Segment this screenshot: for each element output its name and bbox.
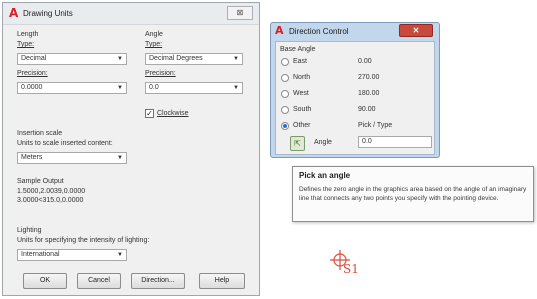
length-type-select[interactable]: Decimal ▼ bbox=[17, 53, 127, 65]
chevron-down-icon: ▼ bbox=[117, 155, 123, 161]
insertion-units-select[interactable]: Meters ▼ bbox=[17, 152, 127, 164]
direction-control-close-button[interactable]: ✕ bbox=[399, 24, 433, 37]
lighting-sublabel: Units for specifying the intensity of li… bbox=[17, 237, 150, 244]
other-radio[interactable] bbox=[281, 122, 289, 130]
insertion-scale-sublabel: Units to scale inserted content: bbox=[17, 140, 113, 147]
pick-angle-tooltip: Pick an angle Defines the zero angle in … bbox=[292, 166, 534, 222]
angle-input[interactable]: 0.0 bbox=[358, 136, 432, 148]
east-radio[interactable] bbox=[281, 58, 289, 66]
west-label: West bbox=[293, 90, 309, 97]
insertion-units-value: Meters bbox=[21, 154, 43, 161]
drawing-units-close-button[interactable]: ⊠ bbox=[227, 6, 253, 20]
drawing-units-title: Drawing Units bbox=[23, 9, 73, 18]
other-label: Other bbox=[293, 122, 311, 129]
pick-angle-button[interactable]: ⇱ bbox=[290, 136, 305, 151]
length-precision-value: 0.0000 bbox=[21, 84, 43, 91]
direction-control-title: Direction Control bbox=[289, 27, 349, 36]
angle-precision-value: 0.0 bbox=[149, 84, 159, 91]
sample-output-heading: Sample Output bbox=[17, 178, 64, 185]
west-value: 180.00 bbox=[358, 90, 380, 97]
north-radio[interactable] bbox=[281, 74, 289, 82]
chevron-down-icon: ▼ bbox=[233, 56, 239, 62]
tooltip-body: Defines the zero angle in the graphics a… bbox=[299, 186, 527, 202]
south-label: South bbox=[293, 106, 312, 113]
north-value: 270.00 bbox=[358, 74, 380, 81]
autocad-logo-icon: A bbox=[9, 6, 19, 20]
chevron-down-icon: ▼ bbox=[117, 252, 123, 258]
direction-control-dialog: A Direction Control ✕ Base Angle East 0.… bbox=[270, 22, 440, 158]
base-angle-heading: Base Angle bbox=[280, 46, 316, 53]
drawing-units-dialog: A Drawing Units ⊠ Length Type: Decimal ▼… bbox=[2, 2, 260, 296]
lighting-heading: Lighting bbox=[17, 227, 42, 234]
lighting-units-value: International bbox=[21, 251, 60, 258]
tooltip-title: Pick an angle bbox=[299, 171, 351, 180]
length-type-label: Type: bbox=[17, 41, 35, 48]
chevron-down-icon: ▼ bbox=[117, 56, 123, 62]
ok-button[interactable]: OK bbox=[23, 273, 67, 289]
chevron-down-icon: ▼ bbox=[233, 85, 239, 91]
south-value: 90.00 bbox=[358, 106, 376, 113]
angle-precision-label: Precision: bbox=[145, 70, 176, 77]
lighting-units-select[interactable]: International ▼ bbox=[17, 249, 127, 261]
length-precision-label: Precision: bbox=[17, 70, 48, 77]
sample-output-line-2: 3.0000<315.0,0.0000 bbox=[17, 197, 84, 204]
autocad-logo-icon: A bbox=[275, 24, 284, 37]
angle-label: Angle bbox=[314, 139, 332, 146]
direction-control-body: Base Angle East 0.00 North 270.00 West 1… bbox=[275, 41, 435, 155]
direction-button[interactable]: Direction... bbox=[131, 273, 185, 289]
north-label: North bbox=[293, 74, 311, 81]
cancel-button[interactable]: Cancel bbox=[77, 273, 121, 289]
angle-type-select[interactable]: Decimal Degrees ▼ bbox=[145, 53, 243, 65]
point-label: S1 bbox=[343, 262, 359, 276]
south-radio[interactable] bbox=[281, 106, 289, 114]
insertion-scale-heading: Insertion scale bbox=[17, 130, 63, 137]
length-heading: Length bbox=[17, 31, 39, 38]
help-button[interactable]: Help bbox=[199, 273, 245, 289]
clockwise-checkbox[interactable]: ✓ bbox=[145, 109, 154, 118]
angle-precision-select[interactable]: 0.0 ▼ bbox=[145, 82, 243, 94]
east-label: East bbox=[293, 58, 308, 65]
length-precision-select[interactable]: 0.0000 ▼ bbox=[17, 82, 127, 94]
drawing-units-titlebar[interactable]: A Drawing Units ⊠ bbox=[3, 3, 259, 25]
other-value: Pick / Type bbox=[358, 122, 393, 129]
length-type-value: Decimal bbox=[21, 55, 47, 62]
east-value: 0.00 bbox=[358, 58, 372, 65]
sample-output-line-1: 1.5000,2.0039,0.0000 bbox=[17, 188, 86, 195]
clockwise-label: Clockwise bbox=[157, 110, 189, 117]
angle-type-value: Decimal Degrees bbox=[149, 55, 203, 62]
angle-heading: Angle bbox=[145, 31, 163, 38]
chevron-down-icon: ▼ bbox=[117, 85, 123, 91]
angle-type-label: Type: bbox=[145, 41, 163, 48]
west-radio[interactable] bbox=[281, 90, 289, 98]
